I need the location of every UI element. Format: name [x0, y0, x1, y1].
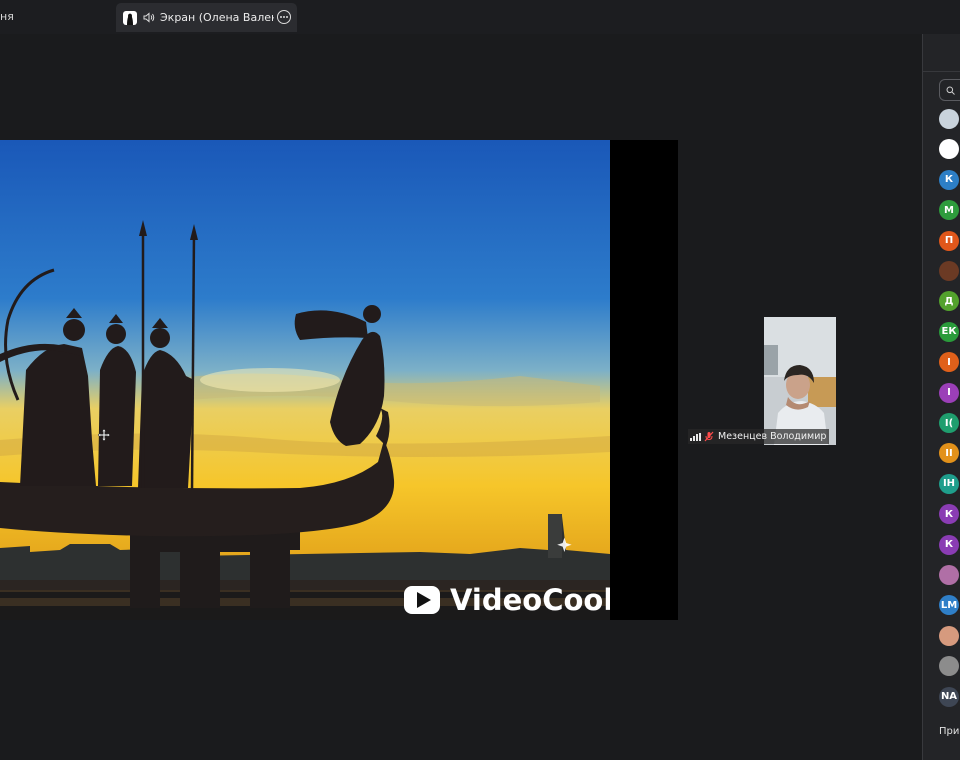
- participant-avatar[interactable]: [939, 139, 959, 160]
- tab-previous[interactable]: ня: [0, 0, 112, 32]
- participant-avatar[interactable]: М: [939, 200, 959, 221]
- participant-avatar[interactable]: ЕК: [939, 321, 959, 342]
- participant-avatar[interactable]: ІІ: [939, 443, 959, 464]
- shared-video-frame: VideoCook: [0, 140, 610, 620]
- mic-muted-icon: [704, 431, 714, 442]
- more-options-icon[interactable]: [277, 10, 291, 24]
- signal-strength-icon: [690, 432, 701, 441]
- tab-previous-label: ня: [0, 9, 14, 23]
- participant-avatar[interactable]: І(: [939, 413, 959, 433]
- participant-avatar[interactable]: П: [939, 230, 959, 251]
- participant-avatar[interactable]: Д: [939, 291, 959, 312]
- participant-avatar[interactable]: К: [939, 504, 959, 525]
- participant-initials: П: [944, 235, 954, 247]
- participant-initials: І: [947, 387, 951, 399]
- participant-initials: К: [944, 508, 954, 520]
- participant-initials: ІН: [942, 478, 956, 490]
- participant-avatar[interactable]: [939, 656, 959, 677]
- move-cursor-icon: [98, 429, 110, 441]
- participant-avatar[interactable]: І: [939, 352, 959, 373]
- participant-avatar[interactable]: [939, 625, 959, 646]
- tab-screen-share[interactable]: Экран (Олена Валентинівна: [116, 3, 297, 32]
- shared-screen: VideoCook: [0, 140, 678, 620]
- participant-initials: ЕК: [941, 326, 957, 338]
- speaker-icon[interactable]: [143, 12, 155, 23]
- participant-avatar[interactable]: LM: [939, 595, 959, 616]
- participant-search-input[interactable]: [939, 79, 960, 101]
- panel-header: [923, 34, 960, 72]
- search-icon: [946, 86, 955, 95]
- participant-video-tile[interactable]: [764, 317, 836, 445]
- participant-initials: М: [944, 204, 954, 216]
- participant-avatar[interactable]: ІН: [939, 473, 959, 494]
- participant-avatar[interactable]: [939, 565, 959, 585]
- presenter-avatar-icon: [123, 10, 137, 25]
- participant-initials: Д: [944, 295, 954, 307]
- watermark-text: VideoCook: [450, 583, 610, 617]
- participant-initials: LM: [940, 599, 958, 611]
- participant-initials: І(: [944, 417, 954, 429]
- participant-avatar[interactable]: К: [939, 169, 959, 190]
- tab-bar: ня Экран (Олена Валентинівна: [0, 0, 960, 34]
- participant-avatar[interactable]: NA: [939, 686, 959, 707]
- participant-video: [764, 317, 836, 445]
- videocook-logo-icon: [404, 586, 440, 614]
- participant-initials: К: [944, 539, 954, 551]
- tab-title: Экран (Олена Валентинівна: [160, 11, 274, 24]
- invite-button[interactable]: Приг: [939, 726, 960, 737]
- participant-name-tag: Мезенцев Володимир: [688, 429, 830, 444]
- participants-panel: КМПДЕКІІІ(ІІІНККLMNA Приг: [922, 34, 960, 760]
- participant-avatar[interactable]: І: [939, 382, 959, 403]
- participant-initials: І: [947, 356, 951, 368]
- participant-initials: ІІ: [945, 447, 953, 459]
- participant-initials: NA: [940, 691, 958, 703]
- participant-initials: К: [944, 174, 954, 186]
- participant-name: Мезенцев Володимир: [718, 431, 827, 442]
- participant-avatar[interactable]: [939, 109, 959, 129]
- participant-avatar[interactable]: [939, 261, 959, 281]
- participant-avatar[interactable]: К: [939, 534, 959, 555]
